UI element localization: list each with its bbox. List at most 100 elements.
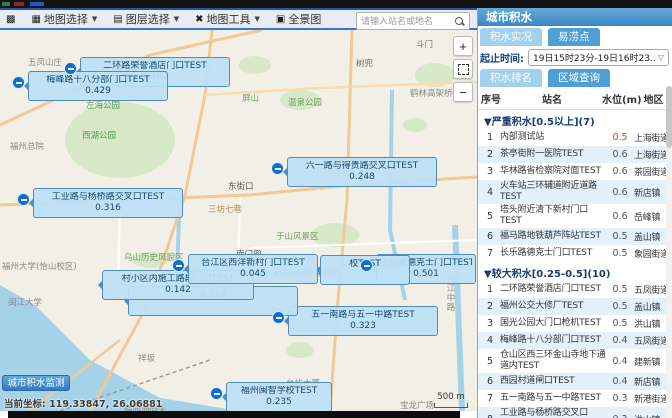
- water-level-value: 0.5: [606, 301, 634, 312]
- layer-select-icon: ▤: [113, 14, 122, 25]
- row-index: 7: [480, 393, 500, 404]
- row-index: 2: [480, 149, 500, 160]
- water-level-value: 0.6: [606, 211, 634, 222]
- district-name: 盖山镇: [634, 230, 669, 243]
- toolbar-item-panorama[interactable]: ▣全景图: [276, 11, 321, 27]
- table-row[interactable]: 6福马路地铁葫芦阵站TEST0.5盖山镇: [478, 228, 672, 245]
- water-level-value: 0.6: [606, 166, 634, 177]
- row-index: 1: [480, 132, 500, 143]
- flood-marker-icon[interactable]: [12, 76, 25, 89]
- toolbar-item-layer-select[interactable]: ▤图层选择▼: [113, 11, 179, 27]
- column-header: 地区: [638, 91, 669, 106]
- table-row[interactable]: 3华林路省检察院对面TEST0.6茶园街道: [478, 163, 672, 180]
- search-icon[interactable]: [454, 16, 465, 27]
- flood-marker-callout[interactable]: 工业路与杨桥路交叉口TEST0.316: [33, 188, 183, 218]
- flood-marker-callout[interactable]: 六一路与得贵路交叉口TEST0.248: [287, 157, 437, 187]
- flood-marker-icon[interactable]: [210, 387, 223, 400]
- extent-button[interactable]: [453, 59, 473, 79]
- search-box: [356, 12, 470, 30]
- flood-marker-callout[interactable]: 五一南路与五一中路TEST0.323: [288, 306, 438, 336]
- table-row[interactable]: 6西园村道闸口TEST0.4新店镇: [478, 373, 672, 390]
- station-name: 五一南路与五一中路TEST: [500, 393, 606, 404]
- flood-marker-icon[interactable]: [272, 311, 285, 324]
- water-level-value: 0.4: [606, 356, 634, 367]
- chrome-fragment: [14, 2, 24, 6]
- panel-scrollbar[interactable]: [666, 86, 672, 418]
- table-row[interactable]: 1二环路荣誉酒店门口TEST0.5五凤街道: [478, 281, 672, 298]
- flood-marker-icon[interactable]: [17, 193, 30, 206]
- flood-marker-callout[interactable]: 台江区西洋新村门口TEST0.045: [188, 254, 318, 284]
- flood-marker-icon[interactable]: [271, 162, 284, 175]
- flood-marker-callout[interactable]: 福州闽智学校TEST0.235: [226, 382, 332, 411]
- district-name: 新店镇: [634, 375, 669, 388]
- time-range-row: 起止时间: 19日15时23分-19日16时23.. ▽: [478, 46, 672, 67]
- search-input[interactable]: [357, 16, 454, 26]
- table-row[interactable]: 2茶亭街附一医院TEST0.6上海街道: [478, 146, 672, 163]
- table-row[interactable]: 7五一南路与五一中路TEST0.3新港街道: [478, 390, 672, 407]
- coordinates-readout: 当前坐标: 119.33847, 26.06881: [4, 396, 162, 410]
- extent-icon: [458, 64, 469, 75]
- row-index: 1: [480, 284, 500, 295]
- row-index: 3: [480, 318, 500, 329]
- district-name: 新店镇: [634, 186, 669, 199]
- station-name: 西园村道闸口TEST: [500, 376, 606, 387]
- subtab-inactive[interactable]: 区域查询: [548, 69, 610, 87]
- station-name: 茶亭街附一医院TEST: [500, 149, 606, 160]
- column-header: 序号: [480, 91, 502, 106]
- flood-marker-icon[interactable]: [360, 259, 373, 272]
- panel-title: 城市积水: [478, 8, 672, 26]
- table-row[interactable]: 3国光公园大门口枪机TEST0.5洪山镇: [478, 315, 672, 332]
- subtab-active[interactable]: 积水排名: [480, 69, 542, 87]
- scrollbar-thumb[interactable]: [666, 86, 672, 148]
- dropdown-icon: ▽: [658, 53, 664, 62]
- table-row[interactable]: 7长乐路德克士门口TEST0.5象园街道: [478, 245, 672, 262]
- tab-inactive[interactable]: 易涝点: [548, 28, 600, 46]
- water-level-value: 0.5: [606, 248, 634, 259]
- table-row[interactable]: 4火车站三环辅道附近道路TEST0.6新店镇: [478, 180, 672, 204]
- toolbar: ▩ ▦地图选择▼ ▤图层选择▼ ✖地图工具▼ ▣全景图: [0, 8, 477, 30]
- map-scale-text: 500 m: [437, 392, 464, 402]
- station-name: 梅峰路十八分部门口TEST: [500, 335, 606, 346]
- monitor-title-button[interactable]: 城市积水监测: [2, 375, 70, 391]
- table-row[interactable]: 1内部测试站0.5上海街道: [478, 129, 672, 146]
- table-row[interactable]: 4梅峰路十八分部门口TEST0.4五凤街道: [478, 332, 672, 349]
- district-name: 上海街道: [634, 148, 669, 161]
- toolbar-item-label: 地图选择: [44, 11, 88, 27]
- flood-marker-icon[interactable]: [64, 62, 77, 75]
- group-header[interactable]: ▼较大积水[0.25-0.5](10): [478, 262, 672, 281]
- toolbar-item-map-select[interactable]: ▦地图选择▼: [31, 11, 97, 27]
- toolbar-item-map-tools[interactable]: ✖地图工具▼: [195, 11, 260, 27]
- district-name: 五凤街道: [634, 283, 669, 296]
- chrome-fragment: [2, 2, 10, 6]
- district-name: 茶园街道: [634, 165, 669, 178]
- water-level-value: 0.4: [606, 376, 634, 387]
- water-level-value: 0.5: [606, 231, 634, 242]
- row-index: 6: [480, 231, 500, 242]
- home-icon[interactable]: ▩: [6, 14, 15, 25]
- zoom-out-button[interactable]: −: [453, 82, 473, 102]
- flood-marker-icon[interactable]: [172, 259, 185, 272]
- tab-active[interactable]: 积水实况: [480, 28, 542, 46]
- table-row[interactable]: 5仓山区西三环金山寺地下通道内TEST0.4建新镇: [478, 349, 672, 373]
- map-canvas[interactable]: 五凤山庄树兜斗门鹤林高架桥屏山温泉公园左海公园西湖公园福州总院东街口三坊七巷南门…: [0, 30, 477, 411]
- station-name: 福州公交大修厂TEST: [500, 301, 606, 312]
- group-header[interactable]: ▼严重积水[0.5以上](7): [478, 110, 672, 129]
- table-row[interactable]: 5塔头附近清下新村门口TEST0.6岳峰镇: [478, 204, 672, 228]
- water-level-value: 0.5: [606, 318, 634, 329]
- panel-subtabs: 积水排名区域查询: [478, 67, 672, 87]
- row-index: 3: [480, 166, 500, 177]
- district-name: 五凤街道: [634, 334, 669, 347]
- chrome-fragment: [30, 2, 44, 6]
- time-range-input[interactable]: 19日15时23分-19日16时23.. ▽: [528, 49, 669, 66]
- district-name: 洪山镇: [634, 413, 669, 418]
- table-row[interactable]: 8工业路与杨桥路交叉口TEST0.3洪山镇: [478, 407, 672, 418]
- flood-marker-callout[interactable]: 梅峰路十八分部门口TEST0.429: [28, 71, 168, 101]
- table-row[interactable]: 2福州公交大修厂TEST0.5盖山镇: [478, 298, 672, 315]
- district-name: 洪山镇: [634, 317, 669, 330]
- chevron-down-icon: ▼: [174, 15, 179, 23]
- water-level-value: 0.6: [606, 187, 634, 198]
- zoom-in-button[interactable]: +: [453, 36, 473, 56]
- station-name: 仓山区西三环金山寺地下通道内TEST: [500, 350, 606, 372]
- water-level-value: 0.3: [606, 393, 634, 404]
- marker-station-name: 福州闽智学校TEST: [230, 386, 328, 397]
